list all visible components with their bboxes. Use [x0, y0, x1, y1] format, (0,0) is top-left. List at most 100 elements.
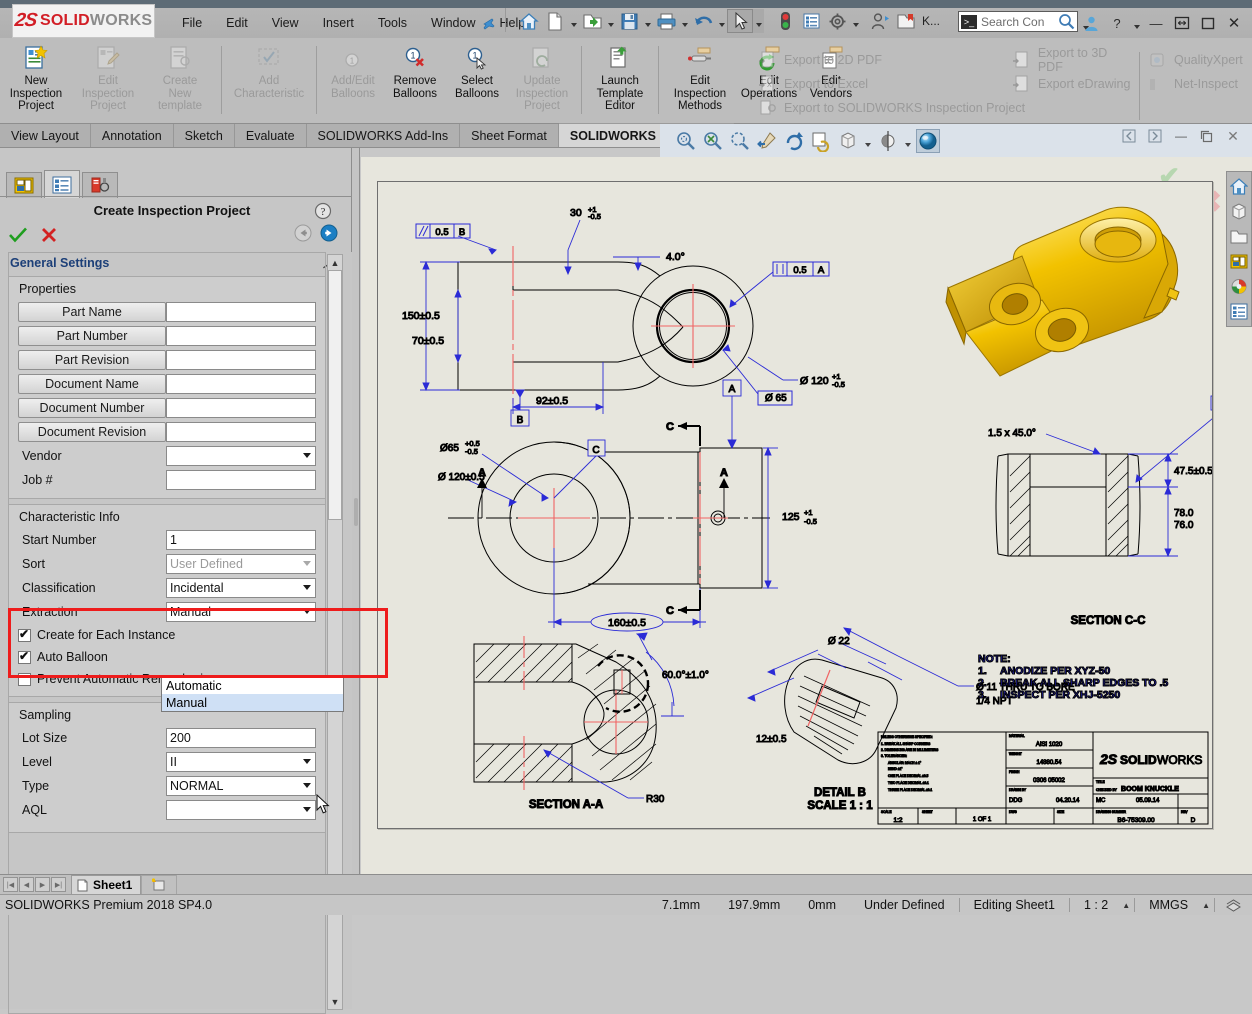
document-close-button[interactable]: ✕: [1222, 126, 1244, 146]
export-to-3d-pdf[interactable]: Export to 3D PDF: [1010, 48, 1135, 72]
design-library-icon[interactable]: [1227, 199, 1251, 224]
ribbon-select-balloons[interactable]: 1 Select Balloons: [446, 40, 508, 122]
section-view-icon[interactable]: [876, 129, 900, 153]
inspection-manager-tab[interactable]: [82, 172, 118, 198]
add-sheet-button[interactable]: [141, 875, 177, 894]
recent-documents-icon[interactable]: [893, 9, 919, 33]
settings-dropdown-icon[interactable]: [850, 9, 861, 33]
row-create-for-each-instance[interactable]: Create for Each Instance: [18, 624, 316, 646]
select-dropdown-icon[interactable]: [753, 9, 764, 33]
open-document-dropdown-icon[interactable]: [605, 9, 616, 33]
prevent-automatic-renumbering-checkbox[interactable]: [18, 673, 31, 686]
cancel-x-icon[interactable]: [40, 226, 58, 244]
document-number-input[interactable]: [166, 398, 316, 418]
menu-tools[interactable]: Tools: [366, 14, 419, 32]
custom-properties-icon[interactable]: [1227, 299, 1251, 324]
ribbon-new-inspection-project[interactable]: New Inspection Project: [0, 40, 72, 122]
tab-view-layout[interactable]: View Layout: [0, 124, 91, 147]
next-step-icon[interactable]: [320, 224, 338, 242]
close-button[interactable]: ✕: [1222, 13, 1246, 33]
previous-view-icon[interactable]: [755, 129, 779, 153]
extraction-dropdown-list[interactable]: Automatic Manual: [161, 676, 344, 712]
create-for-each-instance-checkbox[interactable]: [18, 629, 31, 642]
help-button[interactable]: ?: [1105, 13, 1129, 33]
unit-system[interactable]: MMGS: [1135, 898, 1202, 912]
row-auto-balloon[interactable]: Auto Balloon: [18, 646, 316, 668]
part-revision-input[interactable]: [166, 350, 316, 370]
select-icon[interactable]: [727, 9, 753, 33]
property-manager-tab[interactable]: [44, 170, 80, 198]
ribbon-add-edit-balloons[interactable]: 1 Add/Edit Balloons: [322, 40, 384, 122]
section-general-settings[interactable]: General Settings ︿: [0, 252, 352, 274]
ribbon-create-new-template[interactable]: Create New template: [144, 40, 216, 122]
export-to-excel[interactable]: X Export to Excel: [756, 72, 1026, 96]
units-dropdown-icon[interactable]: ▲: [1202, 901, 1214, 910]
settings-gear-icon[interactable]: [824, 9, 850, 33]
ok-check-icon[interactable]: [8, 226, 28, 244]
ribbon-add-characteristic[interactable]: Add Characteristic: [227, 40, 311, 122]
ribbon-edit-inspection-methods[interactable]: Edit Inspection Methods: [664, 40, 736, 122]
tab-annotation[interactable]: Annotation: [91, 124, 174, 147]
file-explorer-icon[interactable]: [1227, 224, 1251, 249]
zoom-to-area-icon[interactable]: [701, 129, 725, 153]
panel-splitter[interactable]: [352, 148, 360, 874]
scroll-down-icon[interactable]: ▼: [328, 994, 342, 1009]
new-document-icon[interactable]: [542, 9, 568, 33]
rebuild-icon[interactable]: [782, 129, 806, 153]
menu-edit[interactable]: Edit: [214, 14, 260, 32]
traffic-light-icon[interactable]: [772, 9, 798, 33]
open-document-icon[interactable]: [579, 9, 605, 33]
print-dropdown-icon[interactable]: [679, 9, 690, 33]
drawing-sheet[interactable]: B 150±0.5 70±0.5 92±0.5 30 +1 -0.5 4.0° …: [377, 181, 1213, 829]
first-sheet-button[interactable]: |◀: [3, 877, 18, 892]
save-dropdown-icon[interactable]: [642, 9, 653, 33]
update-view-icon[interactable]: [809, 129, 833, 153]
export-to-sw-inspection-project[interactable]: Export to SOLIDWORKS Inspection Project: [756, 96, 1026, 120]
search-commands-box[interactable]: >_ Search Con: [958, 11, 1078, 32]
chevron-down-icon[interactable]: [303, 801, 311, 819]
ribbon-launch-template-editor[interactable]: Launch Template Editor: [587, 40, 653, 122]
tab-solidworks-add-ins[interactable]: SOLIDWORKS Add-Ins: [307, 124, 461, 147]
ribbon-update-inspection-project[interactable]: Update Inspection Project: [508, 40, 576, 122]
next-sheet-button[interactable]: ▶: [35, 877, 50, 892]
chevron-down-icon[interactable]: [303, 777, 311, 795]
document-restore-button[interactable]: [1196, 126, 1218, 146]
feature-manager-tab[interactable]: [6, 172, 42, 198]
solidworks-logo[interactable]: 2SSOLIDWORKS: [12, 4, 155, 38]
next-pane-icon[interactable]: [1144, 126, 1166, 146]
apply-scene-icon[interactable]: [916, 129, 940, 153]
lot-size-input[interactable]: 200: [166, 728, 316, 748]
new-document-dropdown-icon[interactable]: [568, 9, 579, 33]
vendor-combo[interactable]: [166, 446, 316, 466]
document-name-input[interactable]: [166, 374, 316, 394]
undo-icon[interactable]: [690, 9, 716, 33]
document-number-button[interactable]: Document Number: [18, 398, 166, 418]
menu-insert[interactable]: Insert: [311, 14, 366, 32]
sheet-scale[interactable]: 1 : 2: [1070, 898, 1122, 912]
options-list-icon[interactable]: [798, 9, 824, 33]
display-style-dropdown-icon[interactable]: [863, 130, 873, 152]
save-icon[interactable]: [616, 9, 642, 33]
last-sheet-button[interactable]: ▶|: [51, 877, 66, 892]
overlay-icon[interactable]: [1215, 898, 1252, 913]
part-name-input[interactable]: [166, 302, 316, 322]
search-icon[interactable]: [1058, 13, 1075, 30]
menu-window[interactable]: Window: [419, 14, 487, 32]
graphics-area[interactable]: ✔ ✖: [361, 157, 1252, 874]
part-name-button[interactable]: Part Name: [18, 302, 166, 322]
chevron-down-icon[interactable]: [303, 753, 311, 771]
section-view-dropdown-icon[interactable]: [903, 130, 913, 152]
start-number-input[interactable]: 1: [166, 530, 316, 550]
document-revision-button[interactable]: Document Revision: [18, 422, 166, 442]
appearances-icon[interactable]: [1227, 274, 1251, 299]
qualityxpert-button[interactable]: QualityXpert: [1146, 48, 1251, 72]
previous-step-icon[interactable]: [294, 224, 312, 242]
ribbon-remove-balloons[interactable]: 1 Remove Balloons: [384, 40, 446, 122]
scrollbar-thumb[interactable]: [328, 270, 342, 520]
part-revision-button[interactable]: Part Revision: [18, 350, 166, 370]
undo-dropdown-icon[interactable]: [716, 9, 727, 33]
user-profile-icon[interactable]: [867, 9, 893, 33]
prev-pane-icon[interactable]: [1118, 126, 1140, 146]
user-account-icon[interactable]: [1079, 13, 1103, 33]
extraction-option-automatic[interactable]: Automatic: [162, 677, 343, 694]
